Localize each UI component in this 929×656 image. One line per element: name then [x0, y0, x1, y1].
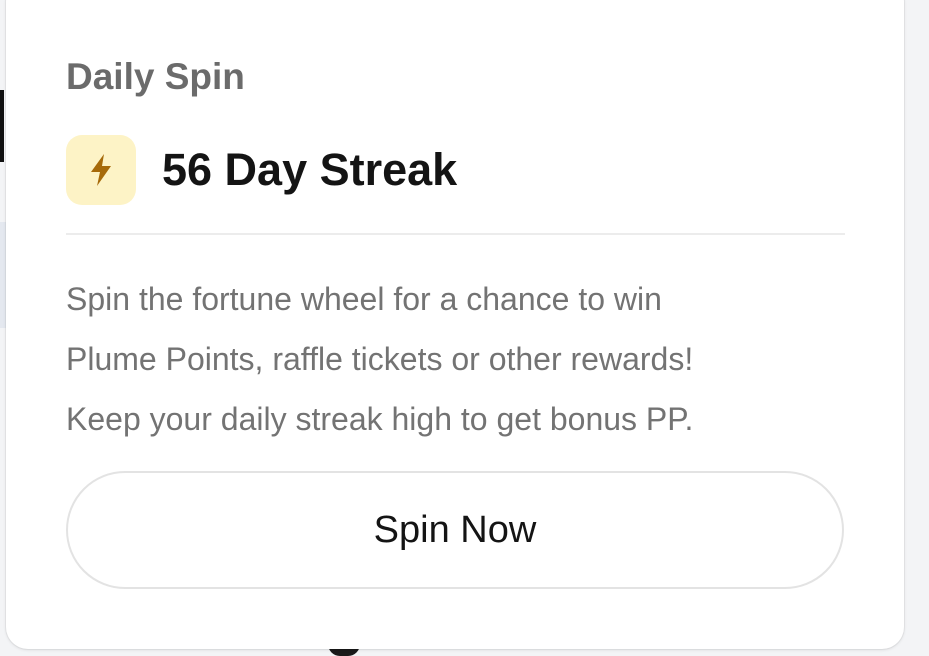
daily-spin-card: Daily Spin 56 Day Streak Spin the fortun… — [6, 0, 904, 649]
background-panel-edge — [0, 90, 4, 162]
streak-row: 56 Day Streak — [66, 135, 457, 205]
streak-count: 56 Day Streak — [162, 144, 458, 195]
description-line: Keep your daily streak high to get bonus… — [66, 401, 694, 437]
description-line: Spin the fortune wheel for a chance to w… — [66, 281, 662, 317]
divider — [66, 233, 845, 235]
card-title: Daily Spin — [66, 56, 245, 97]
lightning-bolt-icon — [66, 135, 136, 205]
description: Spin the fortune wheel for a chance to w… — [66, 269, 856, 449]
spin-now-button[interactable]: Spin Now — [66, 471, 844, 589]
description-line: Plume Points, raffle tickets or other re… — [66, 341, 694, 377]
